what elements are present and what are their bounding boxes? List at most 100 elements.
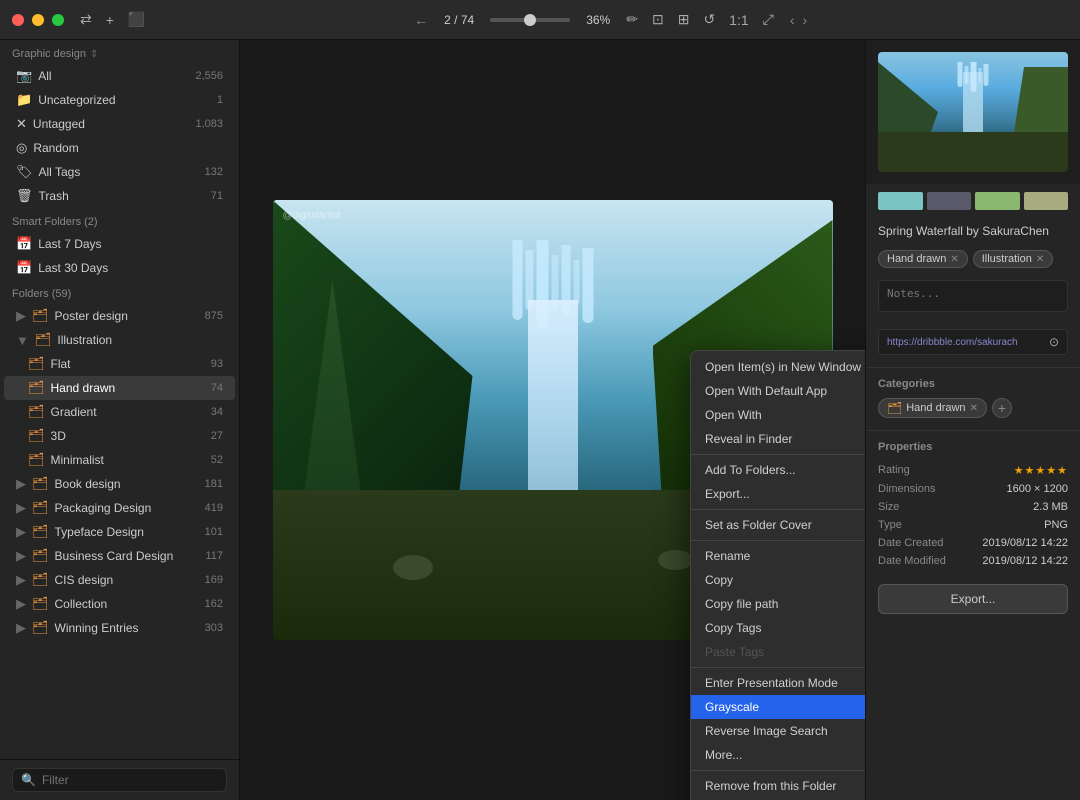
export-button[interactable]: Export...	[878, 584, 1068, 614]
flat-folder-icon: 🗂	[28, 356, 45, 372]
zoom-slider[interactable]	[490, 18, 570, 22]
crop-icon[interactable]: ⊡	[652, 11, 664, 28]
sidebar-item-last7[interactable]: 📅 Last 7 Days	[4, 232, 235, 256]
sidebar-item-all[interactable]: 📷 All 2,556	[4, 64, 235, 88]
sidebar-item-illustration[interactable]: ▼ 🗂 Illustration	[4, 328, 235, 352]
menu-grayscale[interactable]: Grayscale ⌥⌘G	[691, 695, 865, 719]
menu-open-default[interactable]: Open With Default App ⇧↩	[691, 379, 865, 403]
collection-folder-icon: 🗂	[32, 596, 49, 612]
menu-reverse-image[interactable]: Reverse Image Search ▶	[691, 719, 865, 743]
sidebar-count-poster: 875	[205, 310, 223, 322]
content-area: @digitalartist Open Item(s) in New Windo…	[240, 40, 865, 800]
tag-illustration[interactable]: Illustration ✕	[973, 250, 1054, 268]
swatch-1[interactable]	[878, 192, 923, 210]
add-category-button[interactable]: +	[992, 398, 1012, 418]
maximize-button[interactable]	[52, 14, 64, 26]
sidebar-count-winning: 303	[205, 622, 223, 634]
sidebar-item-winning[interactable]: ▶ 🗂 Winning Entries 303	[4, 616, 235, 640]
sidebar-label-packaging: Packaging Design	[55, 501, 199, 515]
sidebar-label-cis: CIS design	[55, 573, 199, 587]
winning-toggle-icon: ▶	[16, 620, 26, 636]
menu-add-folders[interactable]: Add To Folders... ▶	[691, 458, 865, 482]
cycle-icon[interactable]: ⇄	[80, 11, 92, 28]
panel-icon[interactable]: ⬛	[128, 11, 145, 28]
menu-remove-folder[interactable]: Remove from this Folder ⇧⌘⌫	[691, 774, 865, 798]
notes-input[interactable]	[878, 280, 1068, 312]
sidebar-item-book-design[interactable]: ▶ 🗂 Book design 181	[4, 472, 235, 496]
sidebar-count-cis: 169	[205, 574, 223, 586]
menu-more[interactable]: More... ▶	[691, 743, 865, 767]
tag-hand-drawn[interactable]: Hand drawn ✕	[878, 250, 968, 268]
rotate-icon[interactable]: ↺	[703, 11, 715, 28]
sidebar-item-3d[interactable]: 🗂 3D 27	[4, 424, 235, 448]
search-icon: 🔍	[21, 773, 36, 787]
add-icon[interactable]: +	[106, 12, 114, 28]
menu-set-folder-cover[interactable]: Set as Folder Cover	[691, 513, 865, 537]
sidebar-item-trash[interactable]: 🗑 Trash 71	[4, 184, 235, 208]
prev-image[interactable]: ‹	[790, 12, 795, 28]
adjust-icon[interactable]: ⊞	[678, 11, 690, 28]
image-title: Spring Waterfall by SakuraChen	[866, 218, 1080, 246]
folders-header: Folders (59)	[0, 280, 239, 304]
sidebar-label-untagged: Untagged	[33, 117, 190, 131]
swatch-3[interactable]	[975, 192, 1020, 210]
sidebar-item-alltags[interactable]: 🏷 All Tags 132	[4, 160, 235, 184]
menu-export[interactable]: Export... ▶	[691, 482, 865, 506]
url-area: https://dribbble.com/sakurach ⊙	[866, 325, 1080, 363]
edit-icon[interactable]: ✏	[626, 11, 638, 28]
sidebar-count-packaging: 419	[205, 502, 223, 514]
cis-toggle-icon: ▶	[16, 572, 26, 588]
sidebar-item-packaging[interactable]: ▶ 🗂 Packaging Design 419	[4, 496, 235, 520]
category-hand-drawn[interactable]: 🗂 Hand drawn ✕	[878, 398, 987, 418]
url-display: https://dribbble.com/sakurach ⊙	[878, 329, 1068, 355]
rating-stars[interactable]: ★★★★★	[1014, 464, 1068, 477]
minimize-button[interactable]	[32, 14, 44, 26]
menu-presentation[interactable]: Enter Presentation Mode F5	[691, 671, 865, 695]
sidebar-label-typeface: Typeface Design	[55, 525, 199, 539]
sidebar-item-minimalist[interactable]: 🗂 Minimalist 52	[4, 448, 235, 472]
sidebar-count-3d: 27	[211, 430, 223, 442]
sidebar-item-business-card[interactable]: ▶ 🗂 Business Card Design 117	[4, 544, 235, 568]
close-button[interactable]	[12, 14, 24, 26]
menu-open-with[interactable]: Open With ▶	[691, 403, 865, 427]
sidebar-item-untagged[interactable]: ✕ Untagged 1,083	[4, 112, 235, 136]
tag-remove-illustration[interactable]: ✕	[1036, 254, 1044, 265]
back-arrow[interactable]: ←	[414, 12, 428, 28]
menu-copy[interactable]: Copy ⌘C	[691, 568, 865, 592]
watermark: @digitalartist	[283, 210, 341, 221]
size-label: Size	[878, 501, 899, 513]
book-folder-icon: 🗂	[32, 476, 49, 492]
illustration-toggle-icon: ▼	[16, 333, 29, 348]
sidebar-item-last30[interactable]: 📅 Last 30 Days	[4, 256, 235, 280]
sidebar-item-hand-drawn[interactable]: 🗂 Hand drawn 74	[4, 376, 235, 400]
sidebar-label-random: Random	[33, 141, 223, 155]
filter-search[interactable]: 🔍	[12, 768, 227, 792]
swatch-4[interactable]	[1024, 192, 1069, 210]
menu-divider-4	[691, 667, 865, 668]
menu-rename[interactable]: Rename ⌘R	[691, 544, 865, 568]
next-image[interactable]: ›	[803, 12, 808, 28]
arrows-icon[interactable]: ⤢	[763, 11, 774, 28]
sidebar-count-biz: 117	[205, 550, 223, 562]
menu-copy-tags[interactable]: Copy Tags ⇧⌘C	[691, 616, 865, 640]
menu-copy-file-path[interactable]: Copy file path ⌥⌘C	[691, 592, 865, 616]
url-open-icon[interactable]: ⊙	[1049, 335, 1059, 349]
sidebar-item-flat[interactable]: 🗂 Flat 93	[4, 352, 235, 376]
tag-remove-hand-drawn[interactable]: ✕	[950, 254, 958, 265]
sidebar-item-random[interactable]: ◎ Random	[4, 136, 235, 160]
onetoone-icon[interactable]: 1:1	[729, 12, 748, 28]
category-remove[interactable]: ✕	[970, 403, 978, 414]
sidebar-item-typeface[interactable]: ▶ 🗂 Typeface Design 101	[4, 520, 235, 544]
properties-label: Properties	[866, 435, 1080, 457]
sidebar-item-uncategorized[interactable]: 📁 Uncategorized 1	[4, 88, 235, 112]
sidebar-label-biz: Business Card Design	[55, 549, 200, 563]
sidebar-item-cis[interactable]: ▶ 🗂 CIS design 169	[4, 568, 235, 592]
last7-icon: 📅	[16, 236, 32, 252]
sidebar-item-collection[interactable]: ▶ 🗂 Collection 162	[4, 592, 235, 616]
filter-input[interactable]	[42, 773, 218, 787]
menu-open-new-window[interactable]: Open Item(s) in New Window ⌘O	[691, 355, 865, 379]
sidebar-item-poster-design[interactable]: ▶ 🗂 Poster design 875	[4, 304, 235, 328]
menu-reveal-finder[interactable]: Reveal in Finder ⌘↩	[691, 427, 865, 451]
sidebar-item-gradient[interactable]: 🗂 Gradient 34	[4, 400, 235, 424]
swatch-2[interactable]	[927, 192, 972, 210]
